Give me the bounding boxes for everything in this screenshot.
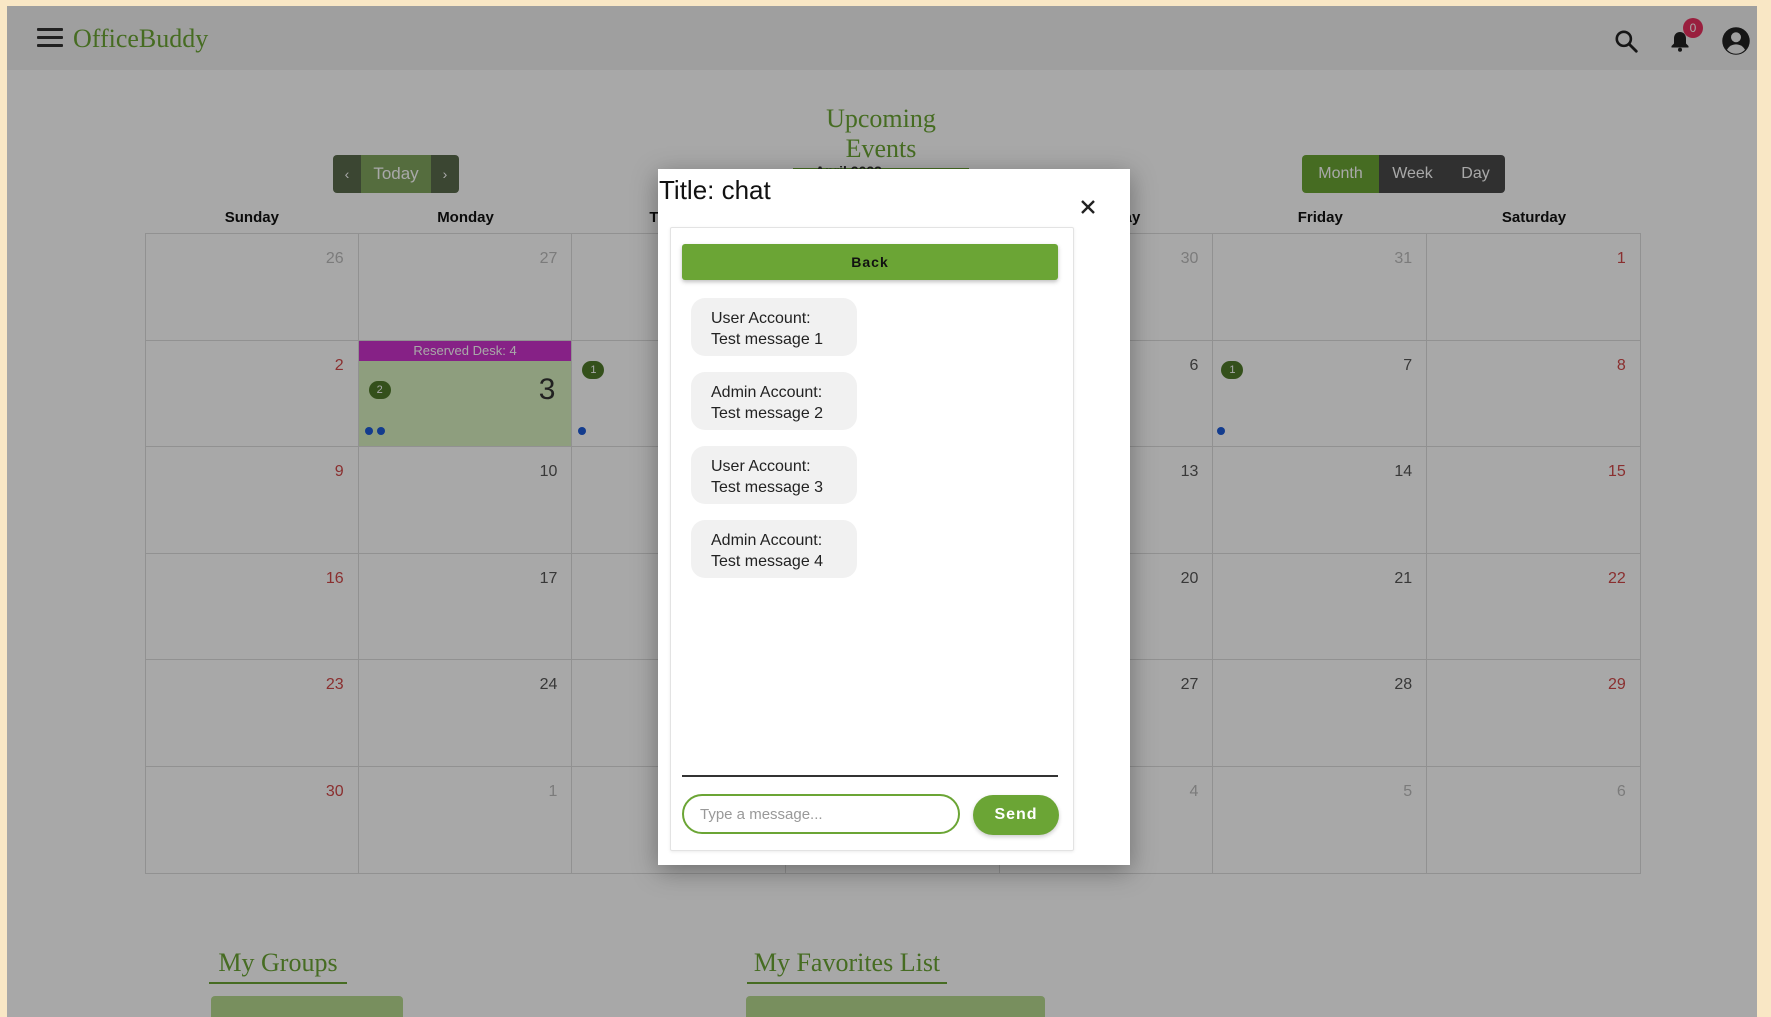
send-button[interactable]: Send: [973, 795, 1059, 835]
message-author: Admin Account:: [711, 384, 823, 401]
message-author: User Account:: [711, 310, 811, 327]
app-root: OfficeBuddy 0 Upcoming Events ‹ Today › …: [7, 6, 1757, 1017]
chat-panel: Back User Account: Test message 1 Admin …: [670, 227, 1074, 851]
message-divider: [682, 775, 1058, 777]
message-author: Admin Account:: [711, 532, 823, 549]
message-author: User Account:: [711, 458, 811, 475]
message-text: Test message 4: [711, 553, 824, 570]
message-bubble: User Account: Test message 3: [691, 446, 857, 504]
message-list: User Account: Test message 1 Admin Accou…: [691, 298, 857, 594]
message-bubble: User Account: Test message 1: [691, 298, 857, 356]
close-icon[interactable]: [1078, 197, 1098, 217]
message-bubble: Admin Account: Test message 2: [691, 372, 857, 430]
message-text: Test message 3: [711, 479, 824, 496]
message-bubble: Admin Account: Test message 4: [691, 520, 857, 578]
chat-dialog: Title: chat Back User Account: Test mess…: [658, 169, 1130, 865]
message-input[interactable]: [682, 794, 960, 834]
dialog-title: Title: chat: [659, 175, 771, 205]
message-text: Test message 2: [711, 405, 824, 422]
message-text: Test message 1: [711, 331, 824, 348]
back-button[interactable]: Back: [682, 244, 1058, 280]
